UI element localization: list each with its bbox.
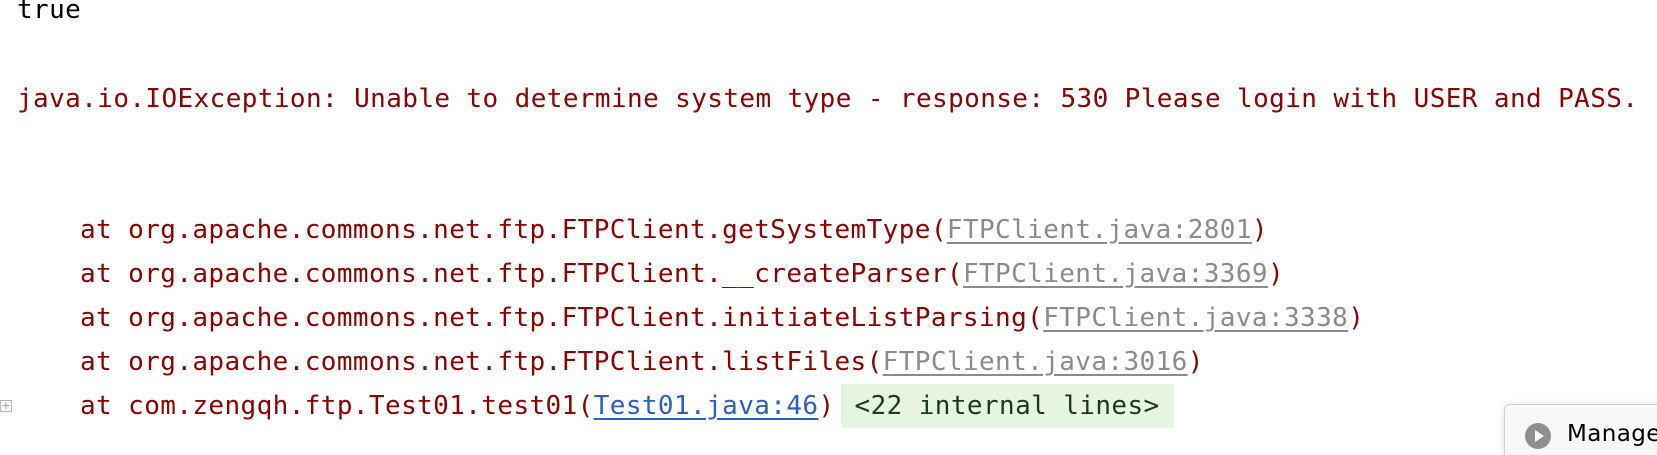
stack-frame: at org.apache.commons.net.ftp.FTPClient.… [80, 302, 1364, 334]
stack-frame: at com.zengqh.ftp.Test01.test01(Test01.j… [80, 384, 1174, 428]
project-source-link[interactable]: Test01.java:46 [594, 391, 819, 421]
run-console: true java.io.IOException: Unable to dete… [0, 0, 1657, 455]
internal-lines-fold[interactable]: <22 internal lines> [840, 384, 1174, 428]
stack-frame-close: ) [1187, 347, 1204, 377]
stack-frame: at org.apache.commons.net.ftp.FTPClient.… [80, 346, 1204, 378]
stack-frame-text: at org.apache.commons.net.ftp.FTPClient.… [80, 215, 947, 245]
source-link[interactable]: FTPClient.java:2801 [947, 215, 1252, 245]
stdout-line: true [17, 0, 82, 25]
stack-frame-text: at org.apache.commons.net.ftp.FTPClient.… [80, 347, 883, 377]
source-link[interactable]: FTPClient.java:3016 [883, 347, 1188, 377]
stack-frame-text: at org.apache.commons.net.ftp.FTPClient.… [80, 259, 963, 289]
stack-frame-close: ) [818, 391, 835, 421]
source-link[interactable]: FTPClient.java:3338 [1043, 303, 1348, 333]
expand-fold-icon[interactable]: + [0, 400, 12, 412]
stack-frame-close: ) [1251, 215, 1268, 245]
manage-label: Manage [1567, 421, 1657, 447]
play-circle-icon [1525, 423, 1551, 449]
stack-frame-close: ) [1267, 259, 1285, 289]
stack-frame-close: ) [1348, 303, 1365, 333]
exception-message: java.io.IOException: Unable to determine… [17, 84, 1639, 114]
stack-frame: at org.apache.commons.net.ftp.FTPClient.… [80, 258, 1284, 290]
stack-frame-text: at org.apache.commons.net.ftp.FTPClient.… [80, 303, 1044, 333]
stack-frame-text: at com.zengqh.ftp.Test01.test01( [80, 391, 594, 421]
source-link[interactable]: FTPClient.java:3369 [963, 259, 1268, 289]
stack-frame: at org.apache.commons.net.ftp.FTPClient.… [80, 214, 1268, 246]
manage-popup-button[interactable]: Manage [1504, 404, 1657, 455]
